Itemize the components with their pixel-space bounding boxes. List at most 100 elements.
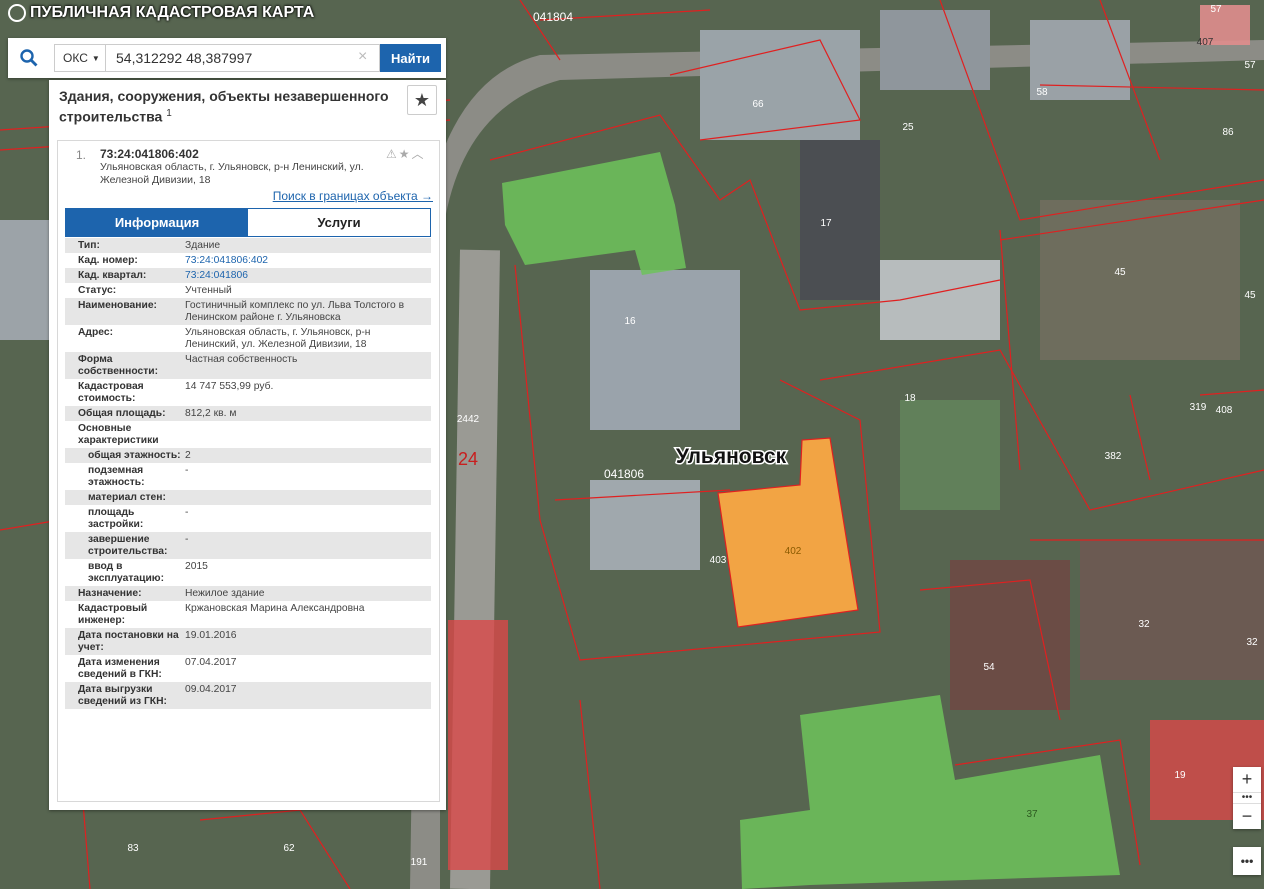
parcel-label: 407 (1197, 37, 1214, 48)
info-table: Тип: Здание Кад. номер: 73:24:041806:402 Кад… (65, 238, 431, 709)
info-value: Учтенный (185, 285, 232, 296)
parcel-label: 66 (752, 99, 764, 110)
info-value: 09.04.2017 (185, 684, 237, 695)
info-value: 07.04.2017 (185, 657, 237, 668)
parcel-label: 17 (820, 218, 832, 229)
info-value-link[interactable]: 73:24:041806 (185, 270, 431, 282)
parcel-label: 86 (1222, 127, 1234, 138)
parcel-label: 58 (1036, 87, 1048, 98)
info-value: Нежилое здание (185, 588, 265, 599)
info-key: Дата постановки на учет: (78, 630, 179, 653)
more-tools-button[interactable]: ••• (1233, 847, 1261, 875)
find-button[interactable]: Найти (380, 44, 441, 72)
tab-info[interactable]: Информация (66, 209, 248, 236)
warning-icon[interactable]: ⚠ (386, 147, 399, 161)
info-key: материал стен: (88, 492, 166, 503)
parcel-label: 37 (1026, 809, 1038, 820)
info-key: Форма собственности: (78, 354, 159, 377)
info-key: Наименование: (78, 300, 157, 311)
zoom-in-button[interactable]: + (1233, 767, 1261, 792)
info-value: 14 747 553,99 руб. (185, 381, 274, 392)
city-label: Ульяновск (676, 445, 787, 468)
collapse-chevron-icon[interactable]: ︿ (412, 147, 426, 161)
info-value (185, 492, 431, 504)
panel-title: Здания, сооружения, объекты незавершенно… (59, 88, 389, 125)
info-key: Статус: (78, 285, 117, 296)
parcel-label: 191 (411, 857, 428, 868)
info-value: - (185, 507, 189, 518)
search-in-bounds-link[interactable]: Поиск в границах объекта → (273, 189, 433, 203)
info-row: подземная этажность: - (65, 463, 431, 490)
info-row: Кадастровая стоимость: 14 747 553,99 руб. (65, 379, 431, 406)
info-key: Дата изменения сведений в ГКН: (78, 657, 162, 680)
info-key: Адрес: (78, 327, 114, 338)
info-value: 19.01.2016 (185, 630, 237, 641)
object-address: Ульяновская область, г. Ульяновск, р-н Л… (100, 161, 364, 186)
parcel-label: 403 (710, 555, 727, 566)
info-row: Форма собственности: Частная собственност… (65, 352, 431, 379)
info-row: Дата изменения сведений в ГКН: 07.04.2017 (65, 655, 431, 682)
info-row: Общая площадь: 812,2 кв. м (65, 406, 431, 421)
info-value: Гостиничный комплекс по ул. Льва Толстог… (185, 300, 405, 323)
info-row: Статус: Учтенный (65, 283, 431, 298)
info-value: Кржановская Марина Александровна (185, 603, 365, 614)
info-value: - (185, 465, 189, 476)
parcel-label: 2442 (457, 414, 480, 425)
info-value: Частная собственность (185, 354, 298, 365)
info-key: Кад. номер: (78, 255, 138, 266)
info-key: Кад. квартал: (78, 270, 147, 281)
info-key: Тип: (78, 240, 100, 251)
zoom-level-indicator[interactable]: ••• (1233, 792, 1261, 804)
card-tabs: Информация Услуги (65, 208, 431, 237)
card-tools: ⚠★︿ (386, 145, 426, 162)
search-input[interactable] (106, 44, 380, 72)
info-row: Тип: Здание (65, 238, 431, 253)
kad-number-title: 73:24:041806:402 (100, 147, 199, 161)
parcel-label: 382 (1105, 451, 1122, 462)
zoom-control: + ••• − (1233, 767, 1261, 829)
info-row: Кад. квартал: 73:24:041806 (65, 268, 431, 283)
parcel-label: 57 (1210, 4, 1222, 15)
logo-icon (8, 4, 26, 22)
result-number: 1. (76, 148, 87, 162)
parcel-label: 62 (283, 843, 295, 854)
zoom-out-button[interactable]: − (1233, 804, 1261, 829)
parcel-label: 32 (1246, 637, 1258, 648)
parcel-label: 45 (1114, 267, 1126, 278)
parcel-label: 319 (1190, 402, 1207, 413)
parcel-label: 32 (1138, 619, 1150, 630)
info-key: подземная этажность: (88, 465, 145, 488)
info-row: ввод в эксплуатацию: 2015 (65, 559, 431, 586)
parcel-label: 408 (1216, 405, 1233, 416)
quarter-label: 041806 (604, 467, 644, 481)
info-value: 2 (185, 450, 191, 461)
favorite-star-button[interactable]: ★ (407, 85, 437, 115)
tab-services[interactable]: Услуги (248, 209, 430, 236)
info-row: Кадастровый инженер: Кржановская Марина А… (65, 601, 431, 628)
parcel-label: 57 (1244, 60, 1256, 71)
parcel-label: 19 (1174, 770, 1186, 781)
info-row: материал стен: (65, 490, 431, 505)
app-title: ПУБЛИЧНАЯ КАДАСТРОВАЯ КАРТА (8, 4, 314, 22)
info-value: 812,2 кв. м (185, 408, 237, 419)
info-key: Назначение: (78, 588, 142, 599)
search-bar: ОКС ▼ × Найти (8, 38, 446, 78)
info-key: площадь застройки: (88, 507, 144, 530)
results-panel: Здания, сооружения, объекты незавершенно… (49, 80, 446, 810)
parcel-label: 83 (127, 843, 139, 854)
star-icon[interactable]: ★ (399, 147, 412, 161)
object-type-select[interactable]: ОКС ▼ (54, 44, 106, 72)
district-label: 24 (458, 449, 478, 469)
search-icon[interactable] (8, 38, 50, 78)
clear-icon[interactable]: × (358, 48, 367, 66)
info-value-link[interactable]: 73:24:041806:402 (185, 255, 431, 267)
parcel-label: 402 (785, 546, 802, 557)
info-row: Дата постановки на учет: 19.01.2016 (65, 628, 431, 655)
quarter-label: 041804 (533, 10, 573, 24)
info-value: Здание (185, 240, 221, 251)
info-row: Назначение: Нежилое здание (65, 586, 431, 601)
info-key: Общая площадь: (78, 408, 166, 419)
info-key: завершение строительства: (88, 534, 168, 557)
info-key: Дата выгрузки сведений из ГКН: (78, 684, 167, 707)
info-value: Ульяновская область, г. Ульяновск, р-н Л… (185, 327, 371, 350)
